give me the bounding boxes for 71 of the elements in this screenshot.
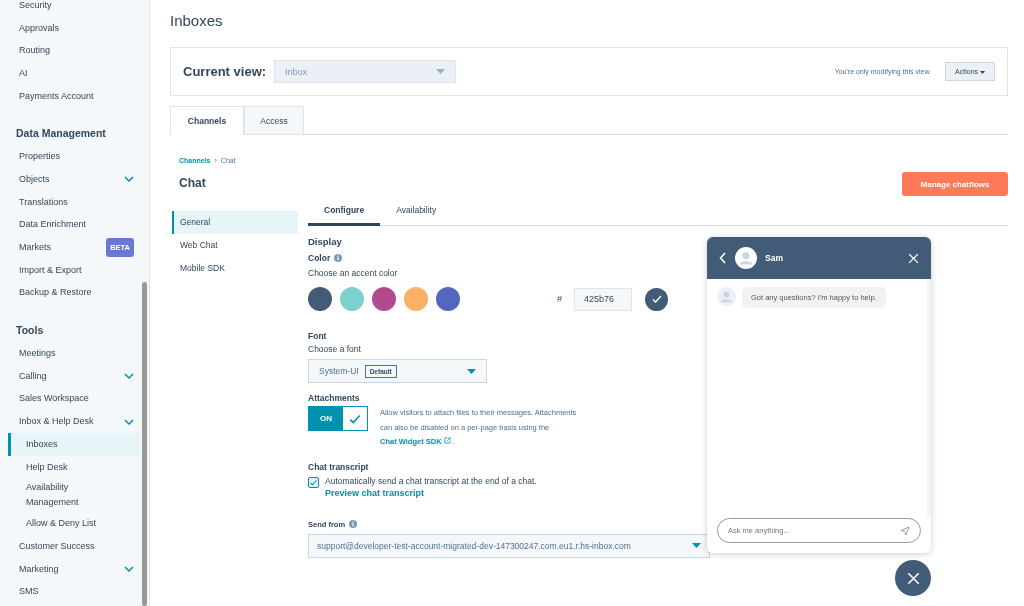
section-heading: Tools (15, 323, 45, 339)
caret-icon (692, 543, 701, 548)
sidebar-subitem[interactable]: Allow & Deny List (8, 512, 140, 536)
caret-icon (436, 69, 446, 74)
sidebar-item[interactable]: Data Enrichment (8, 213, 140, 237)
field-label: Color (308, 253, 331, 263)
color-swatch[interactable] (372, 287, 396, 311)
field-label: Font (308, 331, 327, 341)
transcript-checkbox[interactable] (308, 476, 319, 488)
tab[interactable]: Channels (170, 106, 244, 135)
sidebar-item[interactable]: Meetings (8, 342, 140, 365)
check-icon (650, 293, 663, 305)
external-link-icon (443, 437, 451, 444)
checkbox-label: Automatically send a chat transcript at the end of a chat. (325, 475, 537, 486)
color-swatch[interactable] (436, 287, 460, 311)
sidebar-item[interactable]: SMS (8, 580, 140, 604)
sidebar-item[interactable]: Import & Export (8, 258, 140, 282)
sidebar-item[interactable]: Backup & Restore (8, 281, 140, 305)
caret-icon (980, 71, 985, 74)
hash-label: # (557, 294, 562, 304)
avatar-icon (717, 287, 736, 306)
attachments-toggle[interactable]: ON (308, 406, 368, 431)
section-heading: Data Management (15, 126, 107, 142)
page-title: Inboxes (170, 12, 224, 29)
chat-close-button[interactable] (895, 560, 931, 596)
sidebar-item[interactable]: Approvals (8, 16, 140, 40)
sidebar-item[interactable]: Properties (8, 145, 140, 169)
info-icon (349, 520, 358, 528)
field-hint: Choose a font (308, 344, 362, 354)
section-heading: Display (308, 236, 343, 247)
tab[interactable]: Availability (380, 197, 453, 226)
color-swatch[interactable] (340, 287, 364, 311)
check-icon (309, 477, 318, 487)
sidebar-subitem[interactable]: Availability Management (8, 478, 140, 513)
sidebar-item[interactable]: Security (8, 0, 140, 17)
field-hint: Choose an accent color (308, 268, 399, 278)
tab[interactable]: Configure (308, 197, 381, 226)
chat-title: Chat (179, 176, 206, 190)
sidebar-item[interactable]: Inbox & Help Desk (8, 410, 140, 433)
section-heading: Attachments (308, 393, 360, 403)
sidebar-item[interactable]: Objects (8, 168, 140, 191)
sidebar-item[interactable]: Translations (8, 190, 140, 214)
sidebar-item[interactable]: Payments Account (8, 84, 140, 108)
color-swatch[interactable] (308, 287, 332, 311)
sidebar-item[interactable]: Calling (8, 364, 140, 388)
section-heading: Chat transcript (308, 461, 369, 472)
close-icon[interactable] (906, 571, 920, 585)
view-label: Current view: (183, 64, 267, 79)
avatar-icon (735, 247, 757, 269)
scrollbar-thumb[interactable] (142, 282, 147, 606)
sidebar-item[interactable]: Marketing (8, 557, 140, 581)
caret-icon (467, 368, 476, 374)
close-icon[interactable] (908, 252, 919, 264)
sidebar-item[interactable]: Sales Workspace (8, 387, 140, 411)
sidebar-subitem[interactable]: Help Desk (8, 455, 140, 479)
agent-name: Sam (765, 253, 784, 263)
info-icon (334, 254, 343, 262)
back-icon[interactable] (719, 252, 727, 264)
hex-input-field[interactable]: 425b76 (574, 287, 632, 311)
preview-transcript-link[interactable]: Preview chat transcript (325, 487, 537, 498)
color-swatch[interactable] (404, 287, 428, 311)
sidebar-item[interactable]: Routing (8, 39, 140, 63)
subnav-item[interactable]: Web Chat (172, 233, 298, 257)
confirm-button[interactable] (645, 287, 668, 311)
sidebar-subitem[interactable]: Inboxes (8, 433, 140, 456)
subnav-item[interactable]: General (172, 211, 298, 234)
sidebar-item[interactable]: AI (8, 62, 140, 85)
sidebar-item[interactable]: Customer Success (8, 535, 140, 558)
send-from-select[interactable]: support@developer-test-account-migrated-dev-147300247.com.eu1.r.hs-inbox.com (308, 533, 710, 558)
subnav-item[interactable]: Mobile SDK (172, 256, 298, 280)
tab[interactable]: Access (244, 106, 304, 134)
